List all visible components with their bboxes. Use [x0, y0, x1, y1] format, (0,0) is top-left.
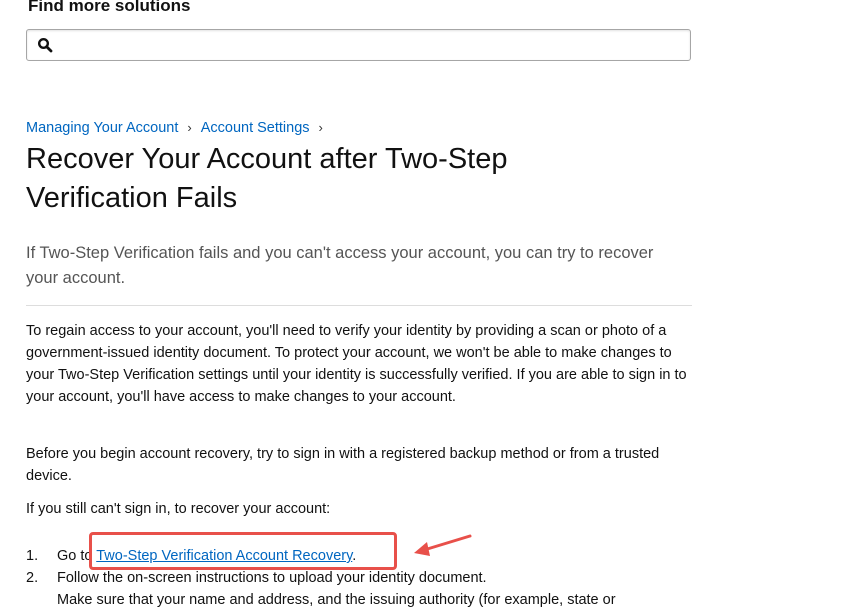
page-title: Recover Your Account after Two-Step Veri… — [26, 143, 508, 214]
paragraph-identity-verification: To regain access to your account, you'll… — [26, 323, 687, 405]
step-number: 2. — [26, 570, 39, 586]
find-solutions-title: Find more solutions — [28, 0, 191, 15]
breadcrumb-link-managing-account[interactable]: Managing Your Account — [26, 120, 178, 136]
breadcrumb-link-account-settings[interactable]: Account Settings — [201, 120, 310, 136]
breadcrumb: Managing Your Account › Account Settings › — [26, 119, 332, 137]
search-input[interactable] — [61, 32, 685, 60]
search-icon — [37, 37, 53, 53]
step-number: 1. — [26, 548, 39, 564]
breadcrumb-separator: › — [187, 120, 192, 135]
step-2-text: Follow the on-screen instructions to upl… — [57, 570, 487, 586]
recovery-steps-list: 1. Go to Two-Step Verification Account Re… — [26, 545, 691, 611]
arrow-icon — [414, 534, 472, 556]
intro-text: If Two-Step Verification fails and you c… — [26, 244, 654, 287]
step-1-suffix: . — [352, 548, 357, 564]
divider — [26, 305, 692, 306]
search-box[interactable] — [26, 29, 691, 61]
list-item-step-2: 2. Follow the on-screen instructions to u… — [26, 567, 691, 611]
step-1-prefix: Go to — [57, 548, 97, 564]
list-item-step-1: 1. Go to Two-Step Verification Account Re… — [26, 545, 691, 567]
paragraph-recover-intro: If you still can't sign in, to recover y… — [26, 501, 331, 517]
step-2-subtext: Make sure that your name and address, an… — [57, 592, 616, 608]
account-recovery-link[interactable]: Two-Step Verification Account Recovery — [96, 548, 352, 564]
breadcrumb-separator: › — [318, 120, 323, 135]
paragraph-backup-method: Before you begin account recovery, try t… — [26, 446, 660, 484]
